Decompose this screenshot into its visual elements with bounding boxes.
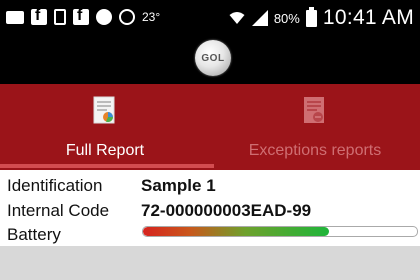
report-chart-icon: [93, 96, 115, 124]
notification-icons: 23°: [6, 7, 161, 25]
facebook-icon: [31, 7, 47, 25]
facebook-icon: [73, 7, 89, 25]
system-indicators: 80% 10:41 AM: [228, 6, 414, 30]
signal-icon: [251, 10, 268, 26]
tab-full-report[interactable]: Full Report: [0, 84, 214, 170]
message-icon: [6, 10, 24, 24]
wifi-icon: [229, 12, 245, 24]
tab-exceptions-reports[interactable]: Exceptions reports: [210, 84, 420, 170]
status-bar: 23° 80% 10:41 AM: [0, 0, 420, 36]
empty-content-area: [0, 246, 420, 280]
tab-exceptions-reports-label: Exceptions reports: [248, 142, 382, 159]
identification-value: Sample 1: [141, 176, 216, 195]
report-minus-icon: [304, 97, 324, 123]
gol-logo: GOL: [195, 40, 231, 76]
document-icon: [54, 9, 66, 25]
identification-label: Identification: [7, 176, 103, 195]
whatsapp-icon: [119, 9, 135, 25]
tab-full-report-label: Full Report: [65, 142, 145, 159]
battery-percent-text: 80%: [273, 10, 300, 26]
report-tabs: Full Report Exceptions reports: [0, 84, 420, 170]
report-details: Identification Sample 1 Internal Code 72…: [0, 170, 420, 246]
selected-tab-indicator: [0, 164, 214, 168]
battery-icon: [305, 6, 317, 27]
battery-level-bar: [142, 226, 418, 237]
clock-time: 10:41 AM: [322, 6, 414, 29]
cbm-app-icon: [96, 9, 112, 25]
internal-code-value: 72-000000003EAD-99: [141, 201, 312, 220]
app-header: GOL: [0, 36, 420, 84]
battery-label: Battery: [7, 225, 61, 244]
internal-code-label: Internal Code: [7, 201, 110, 220]
temperature-text: 23°: [142, 10, 161, 24]
battery-level-fill: [143, 227, 330, 236]
